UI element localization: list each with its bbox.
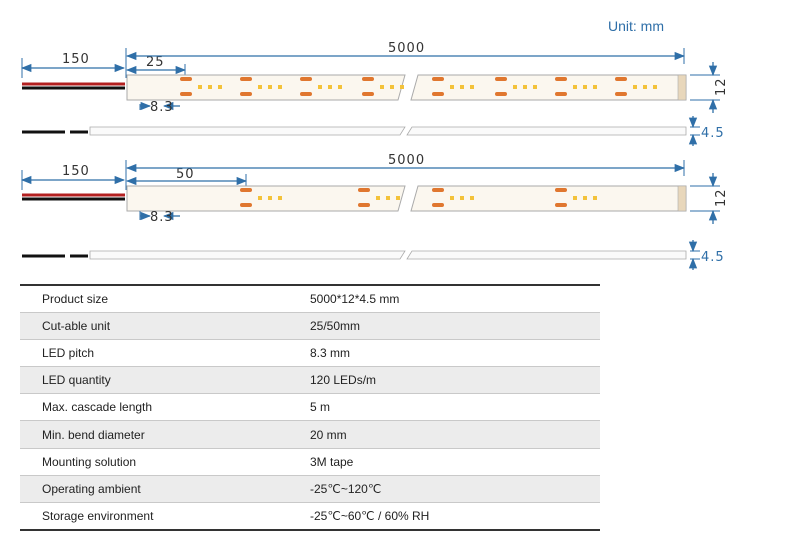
strip-2-cut-unit: 50 bbox=[176, 167, 195, 182]
spec-label: Min. bend diameter bbox=[20, 420, 290, 449]
spec-row: LED pitch 8.3 mm bbox=[20, 339, 600, 368]
spec-value: 5 m bbox=[290, 393, 600, 422]
spec-value: 20 mm bbox=[290, 420, 600, 449]
strip-2-width: 12 bbox=[714, 188, 729, 207]
strip-1-width: 12 bbox=[714, 77, 729, 96]
strip-1-cut-unit: 25 bbox=[146, 55, 165, 70]
spec-label: Mounting solution bbox=[20, 448, 290, 476]
spec-label: Cut-able unit bbox=[20, 312, 290, 340]
spec-label: Product size bbox=[20, 283, 290, 313]
spec-value: 120 LEDs/m bbox=[290, 366, 600, 395]
spec-value: 3M tape bbox=[290, 448, 600, 476]
spec-row: Min. bend diameter 20 mm bbox=[20, 420, 600, 449]
strip-2-thickness: 4.5 bbox=[701, 250, 725, 265]
strip-1-wire-length: 150 bbox=[62, 52, 90, 67]
spec-row: Product size 5000*12*4.5 mm bbox=[20, 283, 600, 313]
spec-row: Max. cascade length 5 m bbox=[20, 393, 600, 422]
led-strip-dimension-diagram: 150 25 5000 12 8.3 4.5 150 50 5000 12 8.… bbox=[20, 41, 729, 270]
spec-value: -25℃~120℃ bbox=[290, 475, 600, 504]
strip-1-led-pitch: 8.3 bbox=[150, 100, 174, 115]
spec-label: LED quantity bbox=[20, 366, 290, 395]
spec-label: Operating ambient bbox=[20, 475, 290, 504]
spec-value: -25℃~60℃ / 60% RH bbox=[290, 502, 600, 531]
strip-2-total-length: 5000 bbox=[388, 153, 425, 168]
spec-label: Max. cascade length bbox=[20, 393, 290, 422]
spec-value: 5000*12*4.5 mm bbox=[290, 283, 600, 313]
spec-row: LED quantity 120 LEDs/m bbox=[20, 366, 600, 395]
spec-label: LED pitch bbox=[20, 339, 290, 368]
spec-row: Mounting solution 3M tape bbox=[20, 448, 600, 476]
spec-value: 25/50mm bbox=[290, 312, 600, 340]
strip-1-thickness: 4.5 bbox=[701, 126, 725, 141]
spec-table: Product size 5000*12*4.5 mm Cut-able unit 2… bbox=[20, 283, 600, 531]
spec-row: Cut-able unit 25/50mm bbox=[20, 312, 600, 340]
strip-2-wire-length: 150 bbox=[62, 164, 90, 179]
strip-1-total-length: 5000 bbox=[388, 41, 425, 56]
spec-row: Storage environment -25℃~60℃ / 60% RH bbox=[20, 502, 600, 531]
spec-value: 8.3 mm bbox=[290, 339, 600, 368]
strip-2-led-pitch: 8.3 bbox=[150, 210, 174, 225]
spec-row: Operating ambient -25℃~120℃ bbox=[20, 475, 600, 504]
strip-2-group: 150 50 5000 12 8.3 4.5 bbox=[20, 153, 729, 270]
spec-label: Storage environment bbox=[20, 502, 290, 531]
